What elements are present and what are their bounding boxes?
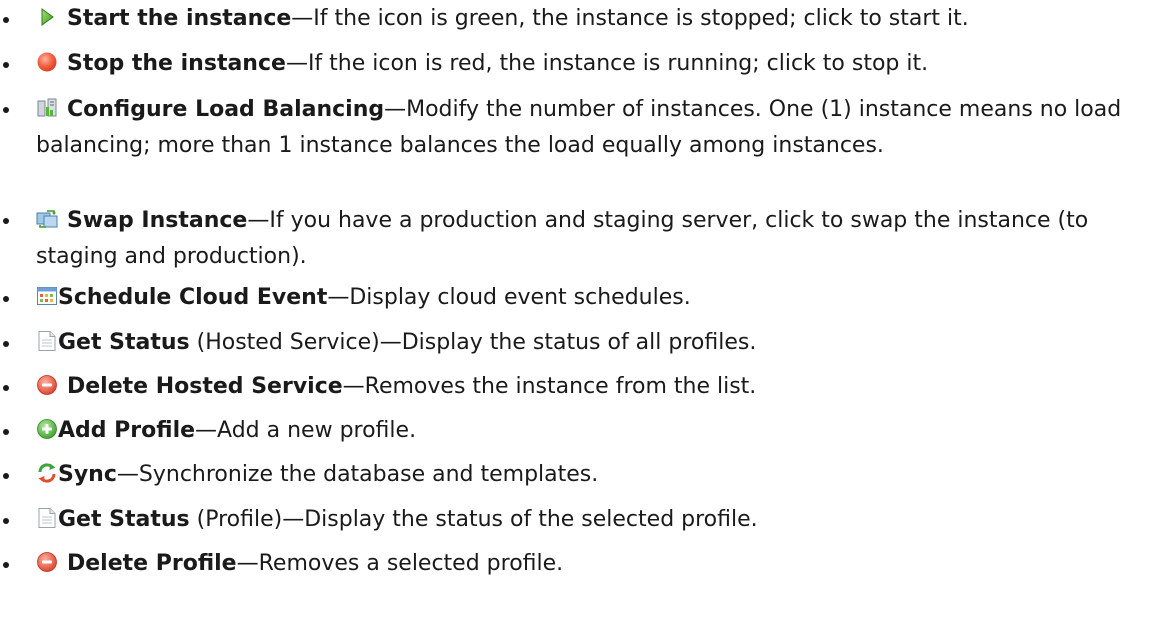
document-icon [36,507,58,529]
list-item: Get Status (Profile)—Display the status … [0,503,1150,536]
bullet [3,385,9,391]
item-name: Schedule Cloud Event [58,285,328,310]
list-item: Configure Load Balancing—Modify the numb… [0,92,1150,164]
bullet [3,17,9,23]
item-description: —Display the status of all profiles. [379,330,757,355]
item-qualifier: (Hosted Service) [189,330,380,355]
list-item: Sync—Synchronize the database and templa… [0,458,1150,491]
item-name: Get Status [58,507,190,532]
red-circle-icon [36,51,58,73]
item-description: —If the icon is red, the instance is run… [285,51,929,76]
bullet [3,473,9,479]
bullet [3,429,9,435]
list-item: Delete Profile—Removes a selected profil… [0,547,1150,580]
list-item: Start the instance—If the icon is green,… [0,2,1150,35]
delete-minus-icon [36,551,58,573]
item-description: —Add a new profile. [195,418,417,443]
item-name: Add Profile [58,418,196,443]
list-item: Swap Instance—If you have a production a… [0,203,1150,275]
play-triangle-green-icon [36,6,58,28]
list-item: Schedule Cloud Event—Display cloud event… [0,281,1150,314]
list-item: Add Profile—Add a new profile. [0,414,1150,447]
bullet [3,341,9,347]
item-name: Delete Profile [67,551,237,576]
item-name: Stop the instance [67,51,286,76]
item-description: —Removes a selected profile. [236,551,564,576]
item-name: Get Status [58,330,190,355]
document-page: Start the instance—If the icon is green,… [0,0,1150,617]
bullet [3,107,9,113]
item-description: —Display the status of the selected prof… [282,507,758,532]
calendar-icon [36,285,58,307]
item-name: Configure Load Balancing [67,97,385,122]
delete-minus-icon [36,374,58,396]
item-name: Start the instance [67,6,292,31]
bullet [3,62,9,68]
list-item: Get Status (Hosted Service)—Display the … [0,326,1150,359]
item-name: Swap Instance [67,208,248,233]
item-description: —Removes the instance from the list. [342,374,757,399]
add-plus-icon [36,418,58,440]
item-name: Sync [58,462,117,487]
sync-arrows-icon [36,462,58,484]
bullet [3,518,9,524]
item-qualifier: (Profile) [189,507,283,532]
swap-instance-icon [36,208,58,230]
item-description: —Synchronize the database and templates. [116,462,599,487]
document-icon [36,330,58,352]
item-name: Delete Hosted Service [67,374,343,399]
bullet [3,218,9,224]
item-description: —Display cloud event schedules. [327,285,691,310]
list-item: Delete Hosted Service—Removes the instan… [0,370,1150,403]
list-item: Stop the instance—If the icon is red, th… [0,47,1150,80]
bullet [3,562,9,568]
load-balancing-icon [36,97,58,119]
item-description: —If the icon is green, the instance is s… [291,6,969,31]
bullet [3,296,9,302]
